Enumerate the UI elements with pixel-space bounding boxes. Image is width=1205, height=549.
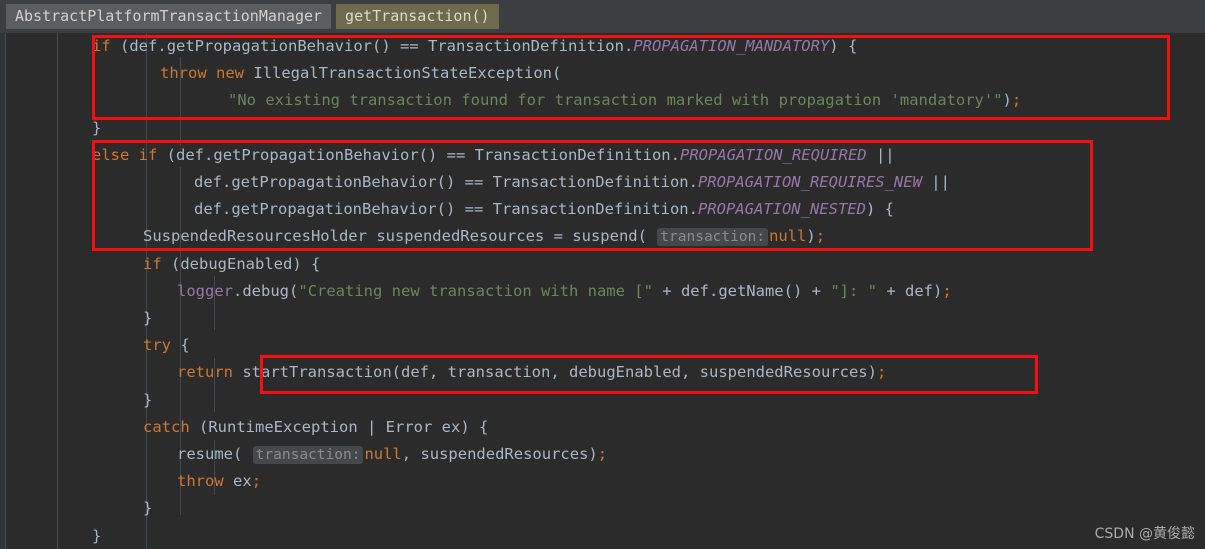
token-literal-null: null bbox=[769, 227, 807, 246]
code-text-area[interactable]: if (def.getPropagationBehavior() == Tran… bbox=[58, 33, 1205, 549]
token-call-starttransaction: startTransaction bbox=[242, 363, 392, 382]
code-line[interactable]: } bbox=[58, 523, 101, 549]
code-line[interactable]: } bbox=[58, 305, 152, 332]
code-line[interactable]: if (debugEnabled) { bbox=[58, 251, 320, 278]
code-line[interactable]: "No existing transaction found for trans… bbox=[58, 87, 1021, 114]
token-var-def: def bbox=[680, 281, 709, 300]
token-var-suspendedresources: suspendedResources bbox=[699, 363, 868, 382]
token-var-def: def bbox=[129, 37, 158, 55]
code-line[interactable]: } bbox=[58, 115, 101, 142]
breadcrumb-method[interactable]: getTransaction() bbox=[336, 4, 499, 29]
breadcrumb: AbstractPlatformTransactionManager getTr… bbox=[0, 0, 1205, 33]
token-var-ex: ex bbox=[441, 417, 461, 436]
token-method-getpropagationbehavior: getPropagationBehavior bbox=[231, 200, 437, 219]
token-var-suspendedresources: suspendedResources bbox=[376, 227, 545, 246]
code-line[interactable]: return startTransaction(def, transaction… bbox=[58, 359, 886, 386]
token-keyword-if: if bbox=[138, 145, 158, 164]
token-var-def: def bbox=[401, 363, 429, 382]
param-hint-transaction: transaction: bbox=[657, 228, 769, 247]
token-string-no-existing-transaction: "No existing transaction found for trans… bbox=[228, 91, 1003, 110]
ide-code-viewer: AbstractPlatformTransactionManager getTr… bbox=[0, 0, 1205, 549]
token-type-transactiondefinition: TransactionDefinition bbox=[492, 200, 689, 219]
token-var-transaction: transaction bbox=[447, 363, 551, 382]
code-line[interactable]: try { bbox=[58, 332, 190, 359]
token-keyword-catch: catch bbox=[143, 417, 190, 436]
editor-gutter[interactable] bbox=[6, 33, 57, 549]
code-line[interactable]: catch (RuntimeException | Error ex) { bbox=[58, 414, 488, 441]
code-line[interactable]: def.getPropagationBehavior() == Transact… bbox=[58, 169, 950, 196]
token-type-error: Error bbox=[385, 417, 433, 436]
token-var-suspendedresources: suspendedResources bbox=[420, 445, 589, 463]
token-string-creating-new-transaction: "Creating new transaction with name [" bbox=[298, 281, 653, 300]
token-type-transactiondefinition: TransactionDefinition bbox=[492, 173, 689, 191]
code-line[interactable]: } bbox=[58, 495, 152, 522]
token-keyword-else: else bbox=[92, 145, 130, 164]
breadcrumb-class[interactable]: AbstractPlatformTransactionManager bbox=[6, 4, 332, 29]
token-method-getpropagationbehavior: getPropagationBehavior bbox=[231, 173, 437, 191]
token-var-def: def bbox=[194, 173, 222, 191]
token-const-propagation-nested: PROPAGATION_NESTED bbox=[697, 200, 866, 219]
token-var-debugenabled: debugEnabled bbox=[569, 363, 681, 382]
token-keyword-return: return bbox=[177, 363, 233, 382]
token-type-runtimeexception: RuntimeException bbox=[208, 417, 358, 436]
token-var-debugenabled: debugEnabled bbox=[180, 254, 293, 273]
token-const-propagation-required: PROPAGATION_REQUIRED bbox=[679, 145, 867, 164]
token-literal-null: null bbox=[364, 445, 402, 463]
watermark: CSDN @黄俊懿 bbox=[1094, 526, 1195, 542]
token-method-debug: debug bbox=[242, 281, 290, 300]
token-const-propagation-requires-new: PROPAGATION_REQUIRES_NEW bbox=[697, 173, 922, 191]
param-hint-transaction: transaction: bbox=[252, 446, 364, 464]
token-keyword-if: if bbox=[143, 254, 162, 273]
token-var-def: def bbox=[176, 145, 205, 164]
code-line[interactable]: resume( transaction: null, suspendedResou… bbox=[58, 441, 607, 468]
token-keyword-if: if bbox=[92, 37, 111, 55]
token-type-suspendedresourcesholder: SuspendedResourcesHolder bbox=[143, 227, 367, 246]
token-type-illegaltransactionstateexception: IllegalTransactionStateException bbox=[253, 64, 552, 83]
code-line[interactable]: else if (def.getPropagationBehavior() ==… bbox=[58, 142, 895, 169]
token-var-def: def bbox=[194, 200, 222, 219]
token-type-transactiondefinition: TransactionDefinition bbox=[474, 145, 671, 164]
token-keyword-throw: throw bbox=[160, 64, 207, 83]
token-var-ex: ex bbox=[233, 472, 252, 491]
token-method-getname: getName bbox=[718, 281, 784, 300]
token-type-transactiondefinition: TransactionDefinition bbox=[428, 37, 624, 55]
code-line[interactable]: throw new IllegalTransactionStateExcepti… bbox=[58, 60, 561, 87]
code-editor[interactable]: if (def.getPropagationBehavior() == Tran… bbox=[0, 33, 1205, 549]
token-keyword-new: new bbox=[216, 64, 245, 83]
token-keyword-throw: throw bbox=[177, 472, 224, 491]
token-string-bracket-colon: "]: " bbox=[830, 281, 877, 300]
token-method-getpropagationbehavior: getPropagationBehavior bbox=[166, 37, 372, 55]
code-line[interactable]: throw ex; bbox=[58, 468, 261, 495]
token-field-logger: logger bbox=[177, 281, 233, 300]
token-call-resume: resume bbox=[177, 445, 233, 463]
token-method-getpropagationbehavior: getPropagationBehavior bbox=[213, 145, 419, 164]
code-line[interactable]: if (def.getPropagationBehavior() == Tran… bbox=[58, 33, 857, 60]
token-call-suspend: suspend bbox=[572, 227, 638, 246]
token-keyword-try: try bbox=[143, 336, 171, 355]
code-line[interactable]: def.getPropagationBehavior() == Transact… bbox=[58, 196, 894, 223]
token-const-propagation-mandatory: PROPAGATION_MANDATORY bbox=[633, 37, 830, 55]
code-line[interactable]: logger.debug("Creating new transaction w… bbox=[58, 278, 952, 305]
token-var-def: def bbox=[904, 281, 933, 300]
code-line[interactable]: } bbox=[58, 387, 152, 414]
code-line[interactable]: SuspendedResourcesHolder suspendedResour… bbox=[58, 223, 825, 250]
